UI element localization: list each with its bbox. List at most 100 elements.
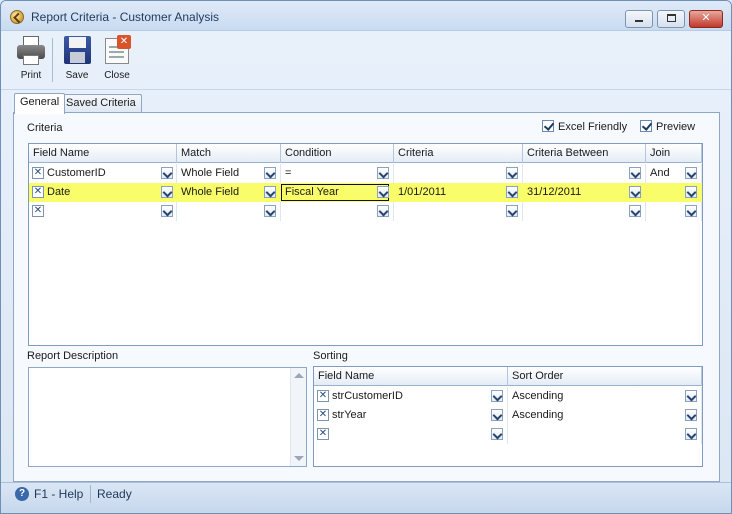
chevron-down-icon[interactable]	[264, 167, 276, 179]
chevron-down-icon[interactable]	[377, 167, 389, 179]
chevron-down-icon[interactable]	[264, 205, 276, 217]
checkbox-checked-icon	[640, 120, 652, 132]
chevron-down-icon[interactable]	[506, 186, 518, 198]
col-sort-order[interactable]: Sort Order	[508, 367, 702, 386]
condition-cell[interactable]	[281, 202, 394, 221]
sorting-grid: Field Name Sort Order ✕ strCustomerID As…	[313, 366, 703, 467]
scroll-up-icon[interactable]	[294, 373, 304, 378]
report-criteria-window: Report Criteria - Customer Analysis ✕ Pr…	[0, 0, 732, 514]
chevron-down-icon[interactable]	[685, 186, 697, 198]
join-cell[interactable]	[646, 202, 702, 221]
chevron-down-icon[interactable]	[629, 205, 641, 217]
criteria-cell[interactable]: 1/01/2011	[394, 183, 523, 202]
excel-friendly-label: Excel Friendly	[558, 121, 628, 133]
field-name-cell[interactable]: ✕ Date	[29, 183, 177, 202]
sorting-row-new[interactable]: ✕	[314, 425, 702, 444]
col-sort-field-name[interactable]: Field Name	[314, 367, 508, 386]
report-description-input[interactable]	[28, 367, 307, 467]
window-close-button[interactable]: ✕	[689, 10, 723, 28]
save-label: Save	[65, 70, 89, 81]
criteria-grid: Field Name Match Condition Criteria Crit…	[28, 143, 703, 346]
vertical-scrollbar[interactable]	[290, 368, 306, 466]
chevron-down-icon[interactable]	[377, 186, 389, 198]
field-name-cell[interactable]: ✕	[29, 202, 177, 221]
criteria-between-cell[interactable]	[523, 202, 646, 221]
sort-order-cell[interactable]	[508, 425, 702, 444]
help-hint[interactable]: F1 - Help	[34, 487, 83, 501]
delete-row-icon[interactable]: ✕	[32, 167, 44, 179]
condition-cell[interactable]: Fiscal Year	[281, 183, 394, 202]
chevron-down-icon[interactable]	[506, 167, 518, 179]
minimize-icon	[635, 20, 643, 23]
delete-row-icon[interactable]: ✕	[317, 428, 329, 440]
close-icon: ✕	[701, 12, 711, 24]
field-name-cell[interactable]: ✕ CustomerID	[29, 164, 177, 183]
chevron-down-icon[interactable]	[685, 167, 697, 179]
condition-value: Fiscal Year	[285, 186, 339, 198]
condition-cell[interactable]: =	[281, 164, 394, 183]
excel-friendly-checkbox[interactable]: Excel Friendly	[542, 120, 627, 133]
chevron-down-icon[interactable]	[506, 205, 518, 217]
chevron-down-icon[interactable]	[629, 186, 641, 198]
criteria-row[interactable]: ✕ CustomerID Whole Field = And	[29, 164, 702, 183]
scroll-down-icon[interactable]	[294, 456, 304, 461]
toolbar-separator	[52, 38, 53, 82]
chevron-down-icon[interactable]	[161, 167, 173, 179]
delete-row-icon[interactable]: ✕	[317, 390, 329, 402]
sort-field-cell[interactable]: ✕ strCustomerID	[314, 387, 508, 406]
col-match[interactable]: Match	[177, 144, 281, 163]
join-cell[interactable]: And	[646, 164, 702, 183]
close-label: Close	[104, 70, 130, 81]
col-join[interactable]: Join	[646, 144, 702, 163]
sorting-row[interactable]: ✕ strCustomerID Ascending	[314, 387, 702, 406]
toolbar: Print Save ✕ Close	[1, 32, 731, 90]
chevron-down-icon[interactable]	[629, 167, 641, 179]
minimize-button[interactable]	[625, 10, 653, 28]
maximize-button[interactable]	[657, 10, 685, 28]
criteria-cell[interactable]	[394, 164, 523, 183]
sort-order-cell[interactable]: Ascending	[508, 387, 702, 406]
match-cell[interactable]	[177, 202, 281, 221]
delete-row-icon[interactable]: ✕	[32, 205, 44, 217]
chevron-down-icon[interactable]	[377, 205, 389, 217]
col-condition[interactable]: Condition	[281, 144, 394, 163]
sort-order-cell[interactable]: Ascending	[508, 406, 702, 425]
join-cell[interactable]	[646, 183, 702, 202]
chevron-down-icon[interactable]	[491, 390, 503, 402]
close-button[interactable]: ✕ Close	[95, 34, 139, 86]
chevron-down-icon[interactable]	[685, 390, 697, 402]
chevron-down-icon[interactable]	[264, 186, 276, 198]
chevron-down-icon[interactable]	[491, 428, 503, 440]
chevron-down-icon[interactable]	[161, 186, 173, 198]
criteria-row-selected[interactable]: ✕ Date Whole Field Fiscal Year 1/01/2011…	[29, 183, 702, 202]
chevron-down-icon[interactable]	[685, 428, 697, 440]
help-icon[interactable]: ?	[15, 487, 29, 501]
col-field-name[interactable]: Field Name	[29, 144, 177, 163]
criteria-between-cell[interactable]	[523, 164, 646, 183]
app-icon	[10, 10, 24, 24]
preview-checkbox[interactable]: Preview	[640, 120, 695, 133]
chevron-down-icon[interactable]	[685, 205, 697, 217]
sort-field-cell[interactable]: ✕	[314, 425, 508, 444]
title-bar[interactable]: Report Criteria - Customer Analysis ✕	[1, 1, 731, 31]
delete-row-icon[interactable]: ✕	[32, 186, 44, 198]
criteria-between-cell[interactable]: 31/12/2011	[523, 183, 646, 202]
print-button[interactable]: Print	[9, 34, 53, 86]
criteria-cell[interactable]	[394, 202, 523, 221]
criteria-value: 1/01/2011	[398, 186, 447, 198]
chevron-down-icon[interactable]	[491, 409, 503, 421]
col-criteria-between[interactable]: Criteria Between	[523, 144, 646, 163]
delete-row-icon[interactable]: ✕	[317, 409, 329, 421]
chevron-down-icon[interactable]	[685, 409, 697, 421]
col-criteria[interactable]: Criteria	[394, 144, 523, 163]
criteria-row-new[interactable]: ✕	[29, 202, 702, 221]
sorting-row[interactable]: ✕ strYear Ascending	[314, 406, 702, 425]
match-cell[interactable]: Whole Field	[177, 183, 281, 202]
match-cell[interactable]: Whole Field	[177, 164, 281, 183]
save-button[interactable]: Save	[55, 34, 99, 86]
status-ready: Ready	[97, 487, 132, 501]
chevron-down-icon[interactable]	[161, 205, 173, 217]
tab-saved-criteria[interactable]: Saved Criteria	[60, 94, 142, 113]
sort-field-cell[interactable]: ✕ strYear	[314, 406, 508, 425]
tab-general[interactable]: General	[14, 93, 66, 114]
